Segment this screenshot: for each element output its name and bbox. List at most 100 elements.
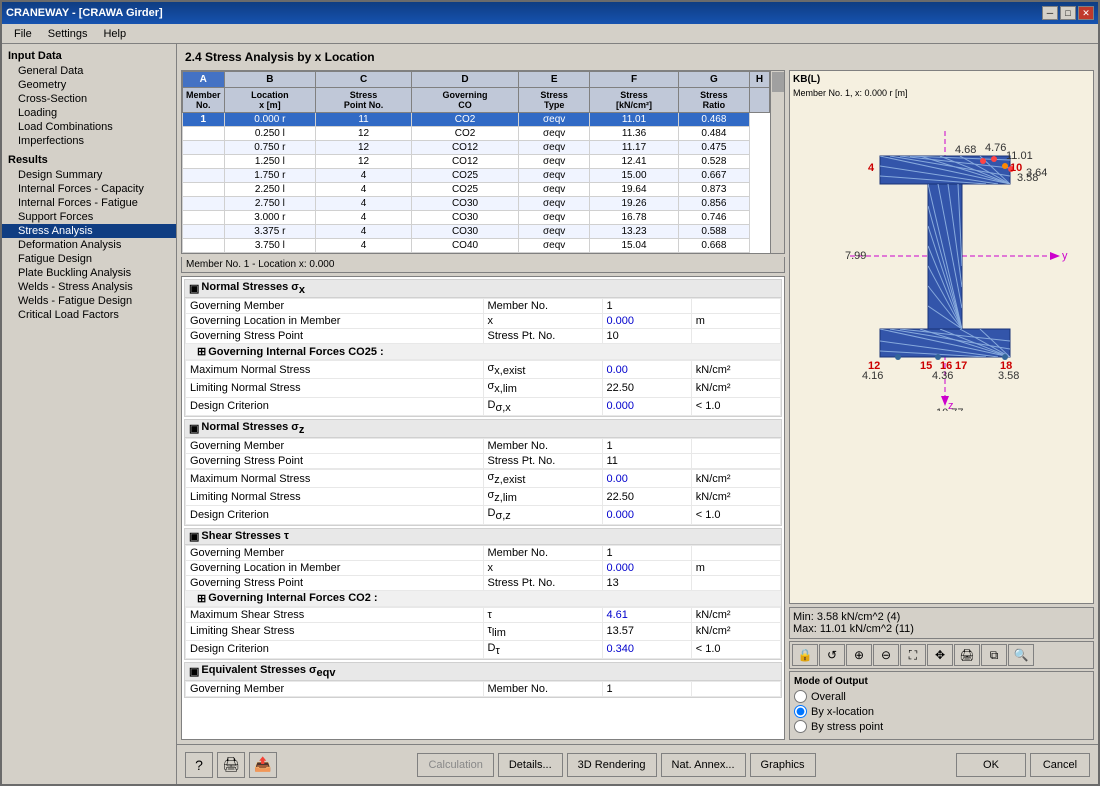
cell-row0-col2: 11 [316, 113, 412, 127]
table-row[interactable]: 3.750 l4CO40σeqv15.040.668 [183, 239, 770, 253]
cell-governing-member-label: Governing Member [186, 299, 484, 314]
export-icon-button[interactable]: 📤 [249, 752, 277, 778]
cancel-button[interactable]: Cancel [1030, 753, 1090, 777]
sidebar-item-internal-forces-capacity[interactable]: Internal Forces - Capacity [2, 182, 176, 196]
help-icon-button[interactable]: ? [185, 752, 213, 778]
diag-btn-zoom-in[interactable]: ⊕ [846, 644, 872, 666]
table-row[interactable]: 1.250 l12CO12σeqv12.410.528 [183, 155, 770, 169]
window-title: CRANEWAY - [CRAWA Girder] [6, 7, 163, 19]
table-row: Governing Location in Member x 0.000 m [186, 560, 781, 575]
co25-header[interactable]: ⊞ Governing Internal Forces CO25 : [185, 344, 781, 360]
cell-max-shear: Maximum Shear Stress [186, 607, 484, 622]
table-row[interactable]: 3.375 r4CO30σeqv13.230.588 [183, 225, 770, 239]
normal-stress-z-header[interactable]: ▣ Normal Stresses σz [185, 420, 781, 438]
sidebar-item-cross-section[interactable]: Cross-Section [2, 92, 176, 106]
diagram-area: KB(L) Member No. 1, x: 0.000 r [m] [789, 70, 1094, 604]
diag-btn-zoom-out[interactable]: ⊖ [873, 644, 899, 666]
sidebar-item-deformation-analysis[interactable]: Deformation Analysis [2, 238, 176, 252]
col-header-d: D [411, 72, 518, 88]
sidebar-item-fatigue-design[interactable]: Fatigue Design [2, 252, 176, 266]
diag-btn-print[interactable]: 🖨 [954, 644, 980, 666]
cell-row2-col1: 0.750 r [224, 141, 316, 155]
cell-sigma-x-lim-unit: kN/cm² [691, 379, 780, 397]
radio-by-x[interactable]: By x-location [794, 705, 1089, 718]
menu-help[interactable]: Help [95, 26, 134, 42]
col-header-c: C [316, 72, 412, 88]
co2-header[interactable]: ⊞ Governing Internal Forces CO2 : [185, 591, 781, 607]
normal-stress-x-header[interactable]: ▣ Normal Stresses σx [185, 280, 781, 298]
diag-btn-lock[interactable]: 🔒 [792, 644, 818, 666]
diag-btn-copy[interactable]: ⧉ [981, 644, 1007, 666]
minimize-button[interactable]: ─ [1042, 6, 1058, 20]
close-button[interactable]: ✕ [1078, 6, 1094, 20]
cell-d-sigma-z: Dσ,z [483, 506, 602, 524]
table-row[interactable]: 0.750 r12CO12σeqv11.170.475 [183, 141, 770, 155]
details-button[interactable]: Details... [498, 753, 563, 777]
cell-member-no-z-unit [691, 438, 780, 453]
3d-rendering-button[interactable]: 3D Rendering [567, 753, 657, 777]
sidebar-item-stress-analysis[interactable]: Stress Analysis [2, 224, 176, 238]
menu-file[interactable]: File [6, 26, 40, 42]
cell-lim-normal-z: Limiting Normal Stress [186, 488, 484, 506]
diagram-subtitle: Member No. 1, x: 0.000 r [m] [790, 88, 1093, 101]
table-scrollbar[interactable] [770, 71, 784, 253]
table-row[interactable]: 10.000 r11CO2σeqv11.010.468 [183, 113, 770, 127]
radio-by-stress-pt-input[interactable] [794, 720, 807, 733]
mode-output-title: Mode of Output [794, 676, 1089, 687]
print-icon-button[interactable]: 🖨 [217, 752, 245, 778]
sidebar-item-general-data[interactable]: General Data [2, 64, 176, 78]
sidebar-item-support-forces[interactable]: Support Forces [2, 210, 176, 224]
cell-design-crit-x-label: Design Criterion [186, 397, 484, 415]
normal-stress-z-title: Normal Stresses σz [201, 421, 304, 436]
cell-row4-col3: CO25 [411, 169, 518, 183]
sidebar-item-loading[interactable]: Loading [2, 106, 176, 120]
cell-lim-shear: Limiting Shear Stress [186, 622, 484, 640]
shear-stress-header[interactable]: ▣ Shear Stresses τ [185, 529, 781, 545]
radio-by-stress-pt[interactable]: By stress point [794, 720, 1089, 733]
ok-button[interactable]: OK [956, 753, 1026, 777]
sidebar-item-critical-load-factors[interactable]: Critical Load Factors [2, 308, 176, 322]
diag-btn-move[interactable]: ✥ [927, 644, 953, 666]
col-subheader-stress-type: StressType [519, 88, 590, 113]
sidebar-item-welds-stress[interactable]: Welds - Stress Analysis [2, 280, 176, 294]
calculation-button[interactable]: Calculation [417, 753, 493, 777]
cell-row9-col5: 15.04 [590, 239, 679, 253]
detail-scroll[interactable]: ▣ Normal Stresses σx Governing Member Me… [182, 277, 784, 719]
sidebar-item-load-combinations[interactable]: Load Combinations [2, 120, 176, 134]
diag-btn-refresh[interactable]: ↺ [819, 644, 845, 666]
scrollbar-thumb[interactable] [772, 72, 784, 92]
diag-btn-search[interactable]: 🔍 [1008, 644, 1034, 666]
radio-by-x-input[interactable] [794, 705, 807, 718]
cell-row5-col3: CO25 [411, 183, 518, 197]
radio-overall[interactable]: Overall [794, 690, 1089, 703]
menu-settings[interactable]: Settings [40, 26, 96, 42]
sidebar-item-geometry[interactable]: Geometry [2, 78, 176, 92]
table-row[interactable]: 1.750 r4CO25σeqv15.000.667 [183, 169, 770, 183]
nat-annex-button[interactable]: Nat. Annex... [661, 753, 746, 777]
col-header-e: E [519, 72, 590, 88]
sidebar-item-welds-fatigue[interactable]: Welds - Fatigue Design [2, 294, 176, 308]
sidebar-item-plate-buckling[interactable]: Plate Buckling Analysis [2, 266, 176, 280]
sidebar-item-design-summary[interactable]: Design Summary [2, 168, 176, 182]
cell-row4-col1: 1.750 r [224, 169, 316, 183]
cell-member-no-label: Member No. [483, 299, 602, 314]
cell-sigma-z-unit: kN/cm² [691, 469, 780, 487]
sidebar-item-imperfections[interactable]: Imperfections [2, 134, 176, 148]
sidebar: Input Data General Data Geometry Cross-S… [2, 44, 177, 784]
main-content: A B C D E F G H [177, 70, 1098, 744]
maximize-button[interactable]: □ [1060, 6, 1076, 20]
col-header-a: A [183, 72, 225, 88]
max-label: Max: [793, 623, 817, 635]
sidebar-item-internal-forces-fatigue[interactable]: Internal Forces - Fatigue [2, 196, 176, 210]
table-row[interactable]: 0.250 l12CO2σeqv11.360.484 [183, 127, 770, 141]
table-row[interactable]: 2.250 l4CO25σeqv19.640.873 [183, 183, 770, 197]
table-row[interactable]: 2.750 l4CO30σeqv19.260.856 [183, 197, 770, 211]
table-row[interactable]: 3.000 r4CO30σeqv16.780.746 [183, 211, 770, 225]
diag-btn-fit[interactable]: ⛶ [900, 644, 926, 666]
cell-row8-col5: 13.23 [590, 225, 679, 239]
graphics-button[interactable]: Graphics [750, 753, 816, 777]
equiv-stress-header[interactable]: ▣ Equivalent Stresses σeqv [185, 663, 781, 681]
cell-max-normal-z: Maximum Normal Stress [186, 469, 484, 487]
radio-overall-input[interactable] [794, 690, 807, 703]
cell-row1-col2: 12 [316, 127, 412, 141]
